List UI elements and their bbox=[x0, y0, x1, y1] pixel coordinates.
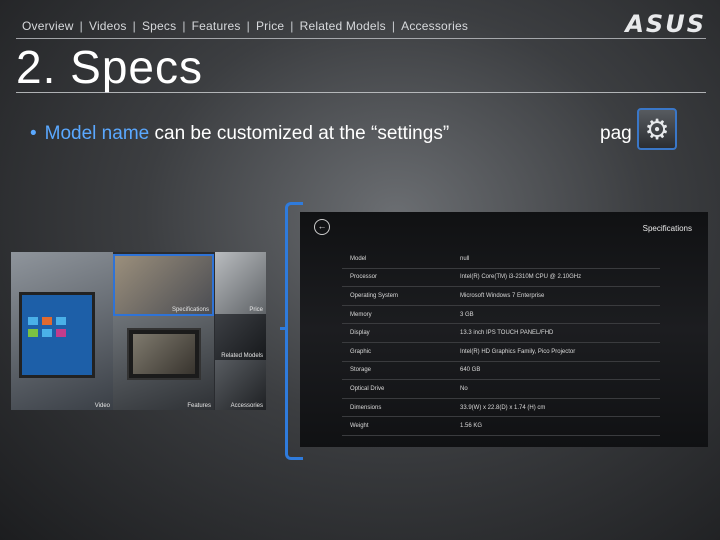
nav-separator: | bbox=[79, 19, 83, 33]
asus-logo: ASUS bbox=[625, 10, 706, 38]
nav-separator: | bbox=[290, 19, 294, 33]
nav-features[interactable]: Features bbox=[192, 19, 241, 33]
tile-related-label: Related Models bbox=[221, 353, 263, 359]
spec-key: Memory bbox=[342, 305, 452, 325]
table-row: Optical Drive No bbox=[342, 379, 660, 399]
spec-key: Display bbox=[342, 323, 452, 343]
bullet-point: • Model name can be customized at the “se… bbox=[30, 123, 632, 145]
spec-value: No bbox=[452, 379, 660, 399]
nav-price[interactable]: Price bbox=[256, 19, 284, 33]
spec-value: null bbox=[452, 250, 660, 269]
header-divider bbox=[16, 38, 706, 39]
table-row: Processor Intel(R) Core(TM) i3-2310M CPU … bbox=[342, 268, 660, 288]
spec-key: Optical Drive bbox=[342, 379, 452, 399]
tile-accessories[interactable]: Accessories bbox=[215, 360, 266, 410]
spec-table: Model null Processor Intel(R) Core(TM) i3-2… bbox=[342, 250, 660, 436]
table-row: Dimensions 33.9(W) x 22.8(D) x 1.74 (H) c… bbox=[342, 398, 660, 418]
spec-value: 1.56 KG bbox=[452, 416, 660, 436]
title-divider bbox=[16, 92, 706, 93]
bullet-dot: • bbox=[30, 123, 37, 144]
spec-value: Intel(R) Core(TM) i3-2310M CPU @ 2.10GHz bbox=[452, 268, 660, 288]
table-row: Memory 3 GB bbox=[342, 305, 660, 325]
table-row: Operating System Microsoft Windows 7 Ente… bbox=[342, 286, 660, 306]
tile-video-label: Video bbox=[94, 403, 110, 409]
nav-accessories[interactable]: Accessories bbox=[401, 19, 468, 33]
tile-specifications-label: Specifications bbox=[171, 307, 209, 313]
table-row: Storage 640 GB bbox=[342, 361, 660, 381]
tile-video[interactable]: Video bbox=[71, 374, 113, 410]
spec-value: 33.9(W) x 22.8(D) x 1.74 (H) cm bbox=[452, 398, 660, 418]
spec-value: Microsoft Windows 7 Enterprise bbox=[452, 286, 660, 306]
top-navigation: Overview | Videos | Specs | Features | Price | Rel… bbox=[22, 19, 468, 33]
tile-price-label: Price bbox=[249, 307, 263, 313]
callout-bracket-tip bbox=[280, 327, 288, 330]
tile-specifications[interactable]: Specifications bbox=[113, 254, 214, 316]
page-title: 2. Specs bbox=[16, 41, 203, 93]
spec-value: Intel(R) HD Graphics Family, Pico Projec… bbox=[452, 342, 660, 362]
gear-icon[interactable]: ⚙ bbox=[637, 108, 677, 150]
nav-related-models[interactable]: Related Models bbox=[300, 19, 386, 33]
table-row: Weight 1.56 KG bbox=[342, 416, 660, 436]
spec-key: Processor bbox=[342, 268, 452, 288]
spec-key: Model bbox=[342, 250, 452, 269]
nav-separator: | bbox=[182, 19, 186, 33]
spec-key: Dimensions bbox=[342, 398, 452, 418]
nav-overview[interactable]: Overview bbox=[22, 19, 74, 33]
table-row: Graphic Intel(R) HD Graphics Family, Pico… bbox=[342, 342, 660, 362]
app-screenshot-collage: Specifications Price Features Related Mo… bbox=[11, 252, 266, 410]
nav-specs[interactable]: Specs bbox=[142, 19, 176, 33]
tile-features[interactable]: Features bbox=[113, 316, 214, 410]
tablet-image bbox=[19, 292, 95, 378]
nav-videos[interactable]: Videos bbox=[89, 19, 127, 33]
spec-value: 3 GB bbox=[452, 305, 660, 325]
spec-value: 640 GB bbox=[452, 361, 660, 381]
bullet-text: can be customized at the “settings” bbox=[149, 123, 450, 144]
back-arrow-icon[interactable]: ← bbox=[314, 219, 330, 235]
tile-related-models[interactable]: Related Models bbox=[215, 314, 266, 360]
spec-key: Operating System bbox=[342, 286, 452, 306]
nav-separator: | bbox=[132, 19, 136, 33]
spec-value: 13.3 inch IPS TOUCH PANEL/FHD bbox=[452, 323, 660, 343]
nav-separator: | bbox=[246, 19, 250, 33]
table-row: Display 13.3 inch IPS TOUCH PANEL/FHD bbox=[342, 323, 660, 343]
screen-title: Specifications bbox=[642, 224, 692, 233]
bullet-tail: pag bbox=[600, 123, 632, 144]
specifications-screen: ← Specifications Model null Processor Intel… bbox=[300, 212, 708, 447]
spec-key: Storage bbox=[342, 361, 452, 381]
tile-price[interactable]: Price bbox=[215, 252, 266, 314]
table-row: Model null bbox=[342, 250, 660, 269]
tile-features-label: Features bbox=[187, 403, 211, 409]
spec-key: Graphic bbox=[342, 342, 452, 362]
tile-accessories-label: Accessories bbox=[230, 403, 263, 409]
bullet-highlight: Model name bbox=[44, 123, 150, 144]
nav-separator: | bbox=[391, 19, 396, 33]
monitor-image bbox=[127, 328, 201, 380]
spec-key: Weight bbox=[342, 416, 452, 436]
